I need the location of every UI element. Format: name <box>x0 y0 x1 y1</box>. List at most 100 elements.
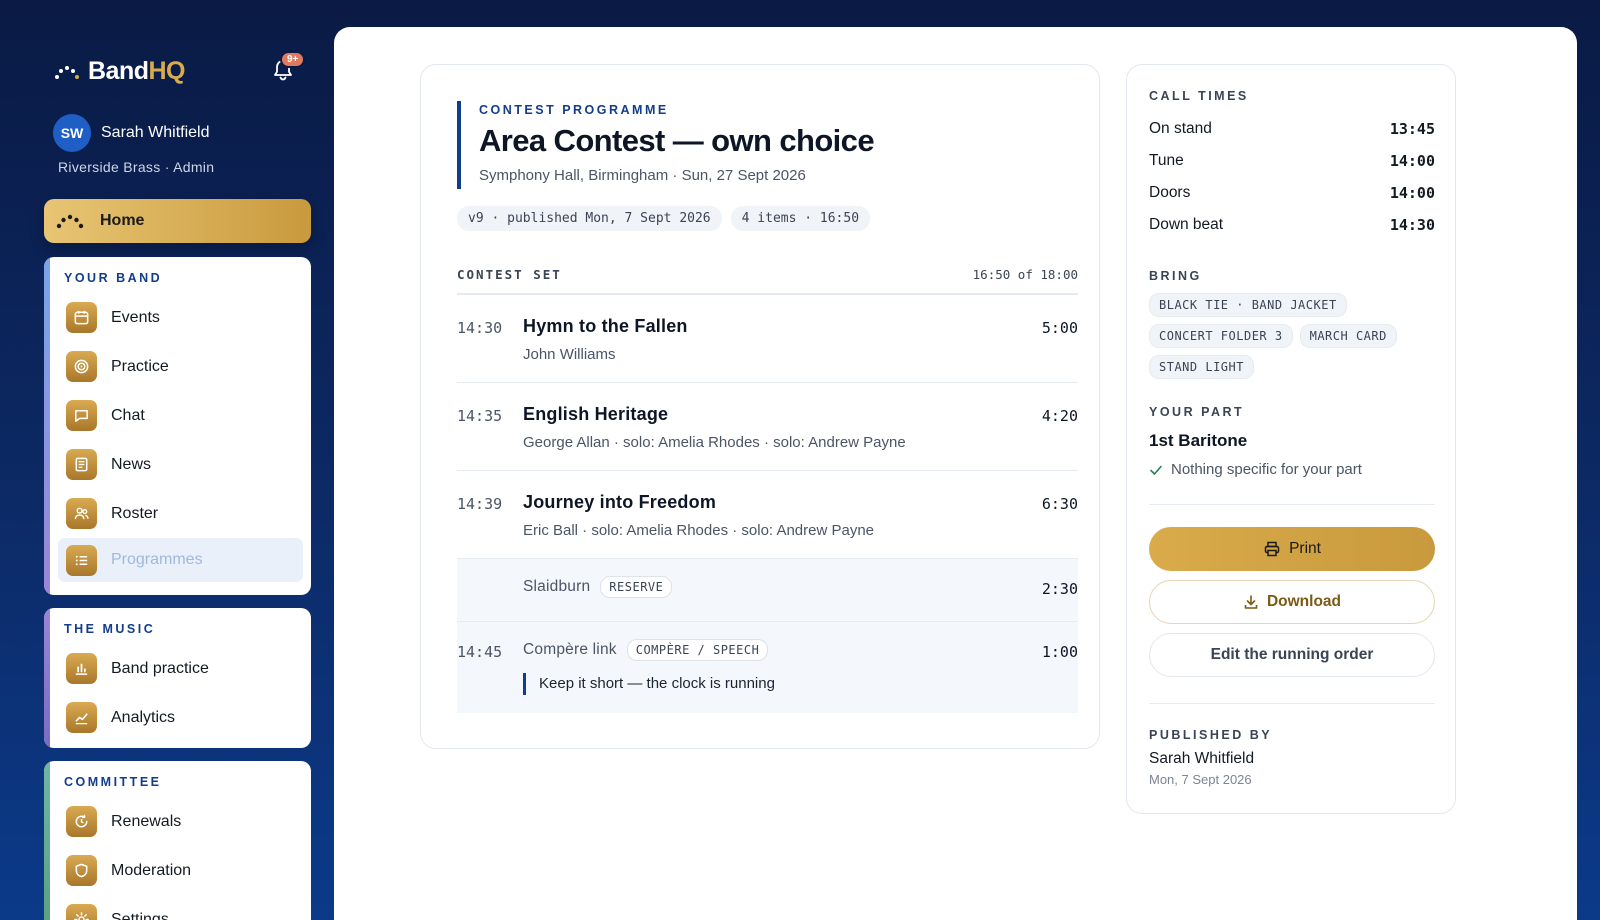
published-name: Sarah Whitfield <box>1149 750 1255 767</box>
set-header: CONTEST SET 16:50 of 18:00 <box>457 267 1078 295</box>
print-button[interactable]: Print <box>1149 527 1435 571</box>
details-content: CALL TIMES On stand 13:45 Tune 14:00 Doo… <box>1149 89 1435 787</box>
trend-line-icon <box>66 702 97 733</box>
part-note: Nothing specific for your part <box>1149 461 1435 478</box>
item-title: Hymn to the Fallen <box>523 316 688 336</box>
nav-item-label: Analytics <box>111 708 176 726</box>
nav-item-label: Moderation <box>111 861 192 879</box>
nav-item-label: Practice <box>111 357 169 375</box>
check-icon <box>1150 465 1162 475</box>
item-time: 14:39 <box>457 495 503 513</box>
call-time-row: On stand 13:45 <box>1149 113 1435 145</box>
nav-item-band-practice[interactable]: Band practice <box>44 644 311 693</box>
home-dots-icon <box>56 214 84 229</box>
call-time-label: Doors <box>1149 184 1191 201</box>
bring-list: BLACK TIE · BAND JACKET CONCERT FOLDER 3… <box>1149 293 1409 379</box>
call-time-value: 13:45 <box>1389 120 1435 138</box>
item-title: Slaidburn RESERVE <box>523 576 673 598</box>
list-item[interactable]: 14:30 Hymn to the Fallen John Williams 5… <box>457 295 1078 383</box>
user-name: Sarah Whitfield <box>101 124 210 141</box>
shield-icon <box>66 855 97 886</box>
list-item[interactable]: 14:39 Journey into Freedom Eric Ball · s… <box>457 471 1078 559</box>
newspaper-icon <box>66 449 97 480</box>
call-time-label: Down beat <box>1149 216 1224 233</box>
part-heading: YOUR PART <box>1149 405 1245 419</box>
nav-item-label: News <box>111 455 152 473</box>
programme-venue-date: Symphony Hall, Birmingham · Sun, 27 Sept… <box>479 167 806 184</box>
part-note-text: Nothing specific for your part <box>1171 461 1362 478</box>
item-time: 14:30 <box>457 319 503 337</box>
logo-dots-icon <box>55 65 79 79</box>
nav-item-news[interactable]: News <box>44 440 311 489</box>
call-time-value: 14:30 <box>1389 216 1435 234</box>
notification-badge: 9+ <box>280 51 306 68</box>
programme-header: CONTEST PROGRAMME Area Contest — own cho… <box>457 101 875 189</box>
download-label: Download <box>1266 593 1342 610</box>
call-time-row: Doors 14:00 <box>1149 177 1435 209</box>
item-credits: Eric Ball · solo: Amelia Rhodes · solo: … <box>523 522 874 539</box>
user-subtitle: Riverside Brass · Admin <box>58 159 215 175</box>
main-panel: CONTEST PROGRAMME Area Contest — own cho… <box>334 27 1577 920</box>
divider <box>1149 703 1435 704</box>
nav-item-analytics[interactable]: Analytics <box>44 693 311 742</box>
programme-card: CONTEST PROGRAMME Area Contest — own cho… <box>420 64 1100 749</box>
nav-item-programmes[interactable]: Programmes <box>58 538 303 582</box>
refresh-clock-icon <box>66 806 97 837</box>
programme-eyebrow: CONTEST PROGRAMME <box>479 103 669 117</box>
user-profile[interactable]: SW Sarah Whitfield <box>53 114 210 152</box>
published-date: Mon, 7 Sept 2026 <box>1149 772 1252 787</box>
avatar: SW <box>53 114 91 152</box>
nav-item-label: Renewals <box>111 812 182 830</box>
item-duration: 5:00 <box>1041 319 1078 337</box>
call-time-value: 14:00 <box>1389 152 1435 170</box>
nav-item-settings[interactable]: Settings <box>44 895 311 920</box>
nav-item-chat[interactable]: Chat <box>44 391 311 440</box>
brand-logo[interactable]: BandHQ <box>54 57 185 86</box>
nav-item-label: Events <box>111 308 160 326</box>
item-duration: 2:30 <box>1041 580 1078 598</box>
item-duration: 1:00 <box>1041 643 1078 661</box>
reserve-item[interactable]: Slaidburn RESERVE 2:30 <box>457 559 1078 622</box>
item-credits: John Williams <box>523 346 616 363</box>
version-chip: v9 · published Mon, 7 Sept 2026 <box>457 206 722 231</box>
items-chip: 4 items · 16:50 <box>730 206 871 231</box>
bring-item: STAND LIGHT <box>1149 355 1254 379</box>
nav-item-label: Chat <box>111 406 145 424</box>
compere-item[interactable]: 14:45 Compère link COMPÈRE / SPEECH 1:00… <box>457 622 1078 713</box>
item-duration: 6:30 <box>1041 495 1078 513</box>
compere-note: Keep it short — the clock is running <box>523 673 775 695</box>
item-time: 14:35 <box>457 407 503 425</box>
nav-section-heading: COMMITTEE <box>64 775 162 789</box>
bring-item: BLACK TIE · BAND JACKET <box>1149 293 1347 317</box>
nav-section-heading: YOUR BAND <box>64 271 163 285</box>
set-total: 16:50 of 18:00 <box>972 267 1078 282</box>
bring-item: MARCH CARD <box>1299 324 1397 348</box>
nav-item-renewals[interactable]: Renewals <box>44 797 311 846</box>
target-icon <box>66 351 97 382</box>
nav-item-moderation[interactable]: Moderation <box>44 846 311 895</box>
details-card: CALL TIMES On stand 13:45 Tune 14:00 Doo… <box>1126 64 1456 814</box>
nav-item-label: Settings <box>111 910 169 920</box>
calendar-icon <box>66 302 97 333</box>
page-title: Area Contest — own choice <box>479 123 875 158</box>
call-time-value: 14:00 <box>1389 184 1435 202</box>
nav-item-events[interactable]: Events <box>44 293 311 342</box>
nav-item-label: Band practice <box>111 659 209 677</box>
nav-home[interactable]: Home <box>44 199 311 243</box>
set-list: 14:30 Hymn to the Fallen John Williams 5… <box>457 295 1078 713</box>
call-time-label: On stand <box>1149 120 1212 137</box>
nav-item-roster[interactable]: Roster <box>44 489 311 538</box>
nav-item-practice[interactable]: Practice <box>44 342 311 391</box>
reserve-tag: RESERVE <box>600 576 673 598</box>
download-icon <box>1244 595 1258 609</box>
call-time-label: Tune <box>1149 152 1184 169</box>
gear-icon <box>66 904 97 920</box>
item-title: Compère link COMPÈRE / SPEECH <box>523 639 769 661</box>
programme-meta-chips: v9 · published Mon, 7 Sept 2026 4 items … <box>457 206 871 231</box>
call-times-heading: CALL TIMES <box>1149 89 1249 103</box>
download-button[interactable]: Download <box>1149 580 1435 624</box>
edit-running-order-button[interactable]: Edit the running order <box>1149 633 1435 677</box>
nav-section-committee: COMMITTEE Renewals Moderation Settings <box>44 761 311 920</box>
nav-section-heading: THE MUSIC <box>64 622 156 636</box>
list-item[interactable]: 14:35 English Heritage George Allan · so… <box>457 383 1078 471</box>
